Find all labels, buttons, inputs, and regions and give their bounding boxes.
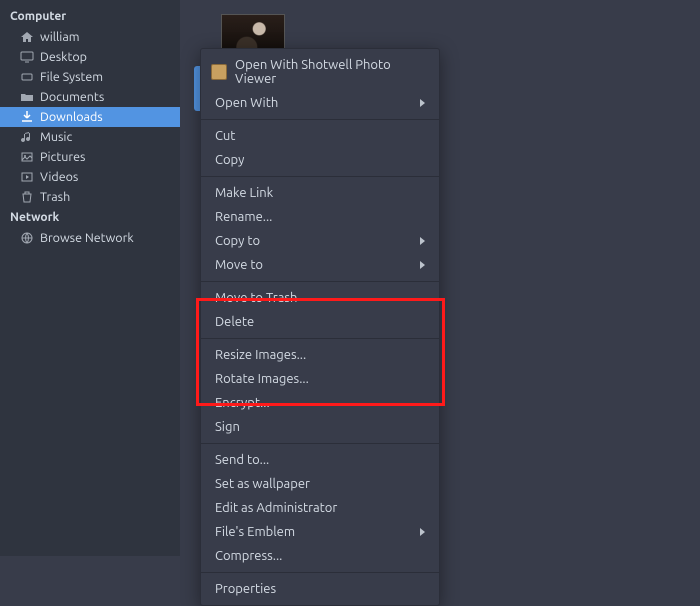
sidebar-item-label: Videos [40,170,78,184]
sidebar-item-label: Desktop [40,50,87,64]
submenu-arrow-icon [420,261,425,269]
menu-copy-to[interactable]: Copy to [201,229,439,253]
sidebar-item-label: Documents [40,90,104,104]
sidebar-item-label: Trash [40,190,70,204]
sidebar-item-label: william [40,30,80,44]
menu-edit-as-administrator[interactable]: Edit as Administrator [201,496,439,520]
menu-cut[interactable]: Cut [201,124,439,148]
submenu-arrow-icon [420,237,425,245]
download-icon [20,110,34,124]
network-icon [20,231,34,245]
sidebar-item-filesystem[interactable]: File System [0,67,180,87]
pictures-icon [20,150,34,164]
submenu-arrow-icon [420,528,425,536]
menu-label: Delete [215,315,425,329]
menu-label: Compress... [215,549,425,563]
sidebar-item-browse-network[interactable]: Browse Network [0,228,180,248]
sidebar-item-label: Pictures [40,150,85,164]
menu-label: Open With Shotwell Photo Viewer [235,58,425,86]
sidebar-item-desktop[interactable]: Desktop [0,47,180,67]
menu-open-with[interactable]: Open With [201,91,439,115]
menu-label: Open With [215,96,420,110]
menu-separator [201,176,439,177]
sidebar-item-music[interactable]: Music [0,127,180,147]
sidebar: Computer william Desktop File System Doc… [0,0,180,556]
menu-encrypt[interactable]: Encrypt... [201,391,439,415]
menu-label: Make Link [215,186,425,200]
menu-move-to[interactable]: Move to [201,253,439,277]
menu-label: Move to Trash [215,291,425,305]
menu-label: Rename... [215,210,425,224]
menu-separator [201,281,439,282]
sidebar-item-label: File System [40,70,103,84]
menu-label: Move to [215,258,420,272]
menu-separator [201,443,439,444]
menu-label: Edit as Administrator [215,501,425,515]
menu-rename[interactable]: Rename... [201,205,439,229]
sidebar-header-computer: Computer [0,6,180,27]
menu-send-to[interactable]: Send to... [201,448,439,472]
menu-label: Send to... [215,453,425,467]
menu-properties[interactable]: Properties [201,577,439,601]
sidebar-item-label: Music [40,130,72,144]
submenu-arrow-icon [420,99,425,107]
menu-compress[interactable]: Compress... [201,544,439,568]
menu-label: Properties [215,582,425,596]
sidebar-item-trash[interactable]: Trash [0,187,180,207]
menu-label: Copy to [215,234,420,248]
menu-move-to-trash[interactable]: Move to Trash [201,286,439,310]
sidebar-item-pictures[interactable]: Pictures [0,147,180,167]
menu-label: File's Emblem [215,525,420,539]
menu-label: Cut [215,129,425,143]
sidebar-item-downloads[interactable]: Downloads [0,107,180,127]
menu-files-emblem[interactable]: File's Emblem [201,520,439,544]
menu-separator [201,119,439,120]
menu-copy[interactable]: Copy [201,148,439,172]
menu-separator [201,572,439,573]
sidebar-header-network: Network [0,207,180,228]
context-menu: Open With Shotwell Photo Viewer Open Wit… [200,48,440,606]
menu-label: Rotate Images... [215,372,425,386]
folder-icon [20,90,34,104]
disk-icon [20,70,34,84]
menu-label: Resize Images... [215,348,425,362]
home-icon [20,30,34,44]
sidebar-item-documents[interactable]: Documents [0,87,180,107]
menu-label: Encrypt... [215,396,425,410]
sidebar-item-label: Downloads [40,110,103,124]
videos-icon [20,170,34,184]
menu-set-as-wallpaper[interactable]: Set as wallpaper [201,472,439,496]
menu-sign[interactable]: Sign [201,415,439,439]
music-icon [20,130,34,144]
sidebar-item-home[interactable]: william [0,27,180,47]
shotwell-app-icon [211,64,227,80]
sidebar-item-videos[interactable]: Videos [0,167,180,187]
menu-separator [201,338,439,339]
menu-open-with-shotwell[interactable]: Open With Shotwell Photo Viewer [201,53,439,91]
desktop-icon [20,50,34,64]
menu-rotate-images[interactable]: Rotate Images... [201,367,439,391]
trash-icon [20,190,34,204]
menu-resize-images[interactable]: Resize Images... [201,343,439,367]
menu-label: Copy [215,153,425,167]
sidebar-item-label: Browse Network [40,231,134,245]
menu-make-link[interactable]: Make Link [201,181,439,205]
menu-label: Sign [215,420,425,434]
menu-label: Set as wallpaper [215,477,425,491]
menu-delete[interactable]: Delete [201,310,439,334]
